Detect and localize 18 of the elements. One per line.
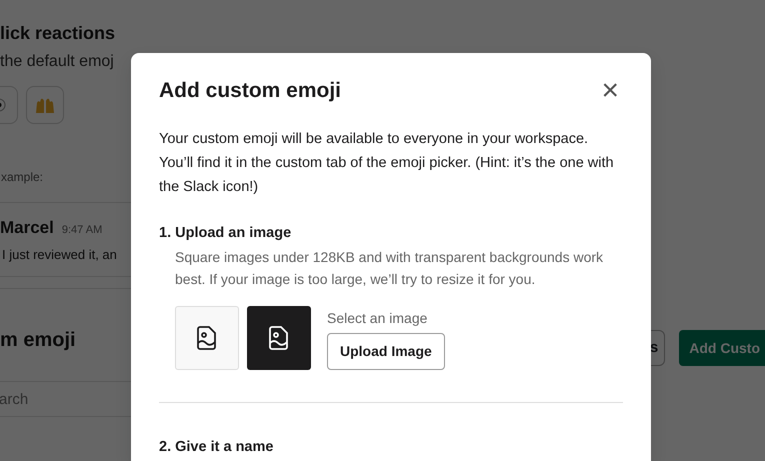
modal-title: Add custom emoji bbox=[159, 78, 342, 104]
message-author: Marcel bbox=[0, 217, 54, 239]
image-file-icon bbox=[197, 326, 217, 350]
section-title: m emoji bbox=[0, 328, 77, 353]
intro-text: Your custom emoji will be available to everyone in your workspace. You’ll find it in the custom tab of the emoji picker. (Hint: it’s the one with the Slack icon!) bbox=[159, 130, 615, 196]
upload-button[interactable]: Upload Image bbox=[327, 333, 445, 370]
example-label: xample: bbox=[0, 169, 44, 186]
close-button[interactable]: × bbox=[597, 76, 623, 106]
step-heading: 2. Give it a name bbox=[159, 438, 274, 458]
section-title: lick reactions bbox=[0, 22, 116, 45]
image-file-icon bbox=[269, 326, 289, 350]
reaction-button[interactable] bbox=[26, 86, 64, 124]
step-heading: 1. Upload an image bbox=[159, 224, 292, 242]
section-subtitle: the default emoj bbox=[0, 52, 115, 72]
select-label: Select an image bbox=[327, 309, 428, 328]
message-time: 9:47 AM bbox=[62, 223, 102, 238]
message-text: I just reviewed it, an bbox=[1, 246, 118, 264]
step-description: Square images under 128KB and with transparent backgrounds work best. If your image is too large, we’ll try to resize it for you. bbox=[175, 248, 604, 290]
